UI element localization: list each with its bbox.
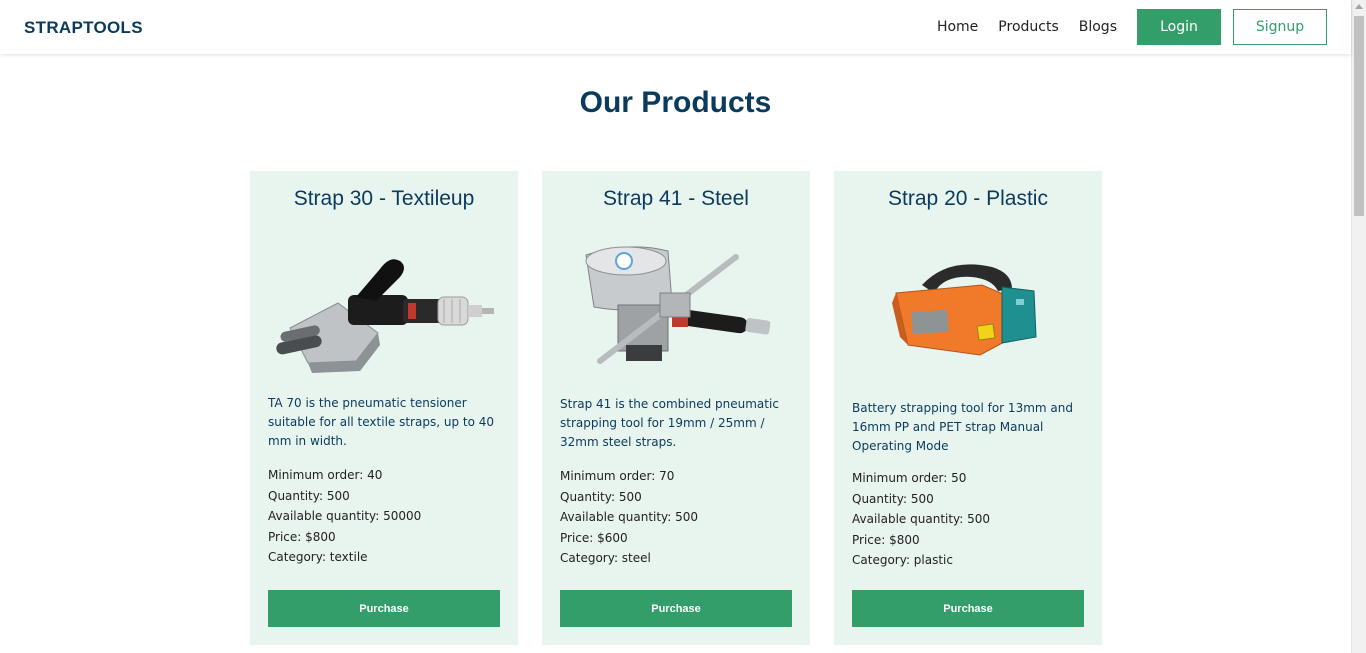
available-quantity: Available quantity: 500: [560, 510, 699, 524]
quantity: Quantity: 500: [852, 491, 934, 506]
price: Price: $800: [852, 532, 920, 547]
scroll-thumb[interactable]: [1354, 16, 1364, 216]
product-list: Strap 30 - Textileup TA 70 is the pneuma…: [250, 171, 1102, 645]
product-title: Strap 30 - Textileup: [293, 187, 475, 210]
product-details: Minimum order: 50 Quantity: 500 Availabl…: [852, 468, 1084, 571]
quantity: Quantity: 500: [268, 488, 350, 503]
nav-link-products[interactable]: Products: [998, 19, 1058, 35]
available-quantity: Available quantity: 50000: [268, 509, 422, 523]
nav-link-blogs[interactable]: Blogs: [1079, 19, 1117, 35]
price: Price: $800: [268, 529, 336, 544]
purchase-button[interactable]: Purchase: [268, 590, 500, 627]
scroll-up-arrow-icon[interactable]: [1355, 4, 1363, 9]
minimum-order: Minimum order: 50: [852, 471, 967, 485]
product-description: Strap 41 is the combined pneumatic strap…: [560, 397, 779, 449]
brand-logo[interactable]: STRAPTOOLS: [24, 18, 143, 38]
battery-strapping-tool-image: [852, 233, 1084, 383]
product-details: Minimum order: 70 Quantity: 500 Availabl…: [560, 466, 792, 569]
category: Category: steel: [560, 551, 651, 565]
available-quantity: Available quantity: 500: [852, 512, 991, 526]
page-title: Our Products: [579, 86, 772, 119]
product-title: Strap 41 - Steel: [603, 187, 749, 210]
product-description: TA 70 is the pneumatic tensioner suitabl…: [268, 396, 495, 448]
price: Price: $600: [560, 530, 628, 545]
product-description: Battery strapping tool for 13mm and 16mm…: [852, 401, 1073, 453]
quantity: Quantity: 500: [560, 489, 642, 504]
product-card: Strap 20 - Plastic Battery strapping too…: [834, 171, 1102, 645]
nav-link-home[interactable]: Home: [937, 19, 978, 35]
product-card: Strap 41 - Steel Strap 41 is the combine…: [542, 171, 810, 645]
product-title: Strap 20 - Plastic: [888, 187, 1048, 210]
category: Category: textile: [268, 550, 368, 564]
signup-button[interactable]: Signup: [1233, 9, 1327, 45]
nav-links: Home Products Blogs Login Signup: [937, 9, 1327, 45]
navbar: STRAPTOOLS Home Products Blogs Login Sig…: [0, 0, 1351, 54]
category: Category: plastic: [852, 553, 953, 567]
minimum-order: Minimum order: 40: [268, 468, 383, 482]
purchase-button[interactable]: Purchase: [560, 590, 792, 627]
product-card: Strap 30 - Textileup TA 70 is the pneuma…: [250, 171, 518, 645]
pneumatic-tensioner-tool-image: [268, 233, 500, 383]
login-button[interactable]: Login: [1137, 9, 1221, 45]
product-details: Minimum order: 40 Quantity: 500 Availabl…: [268, 465, 500, 568]
purchase-button[interactable]: Purchase: [852, 590, 1084, 627]
vertical-scrollbar[interactable]: [1351, 0, 1366, 653]
combined-strapping-tool-image: [560, 233, 792, 383]
minimum-order: Minimum order: 70: [560, 469, 675, 483]
page: STRAPTOOLS Home Products Blogs Login Sig…: [0, 0, 1366, 653]
